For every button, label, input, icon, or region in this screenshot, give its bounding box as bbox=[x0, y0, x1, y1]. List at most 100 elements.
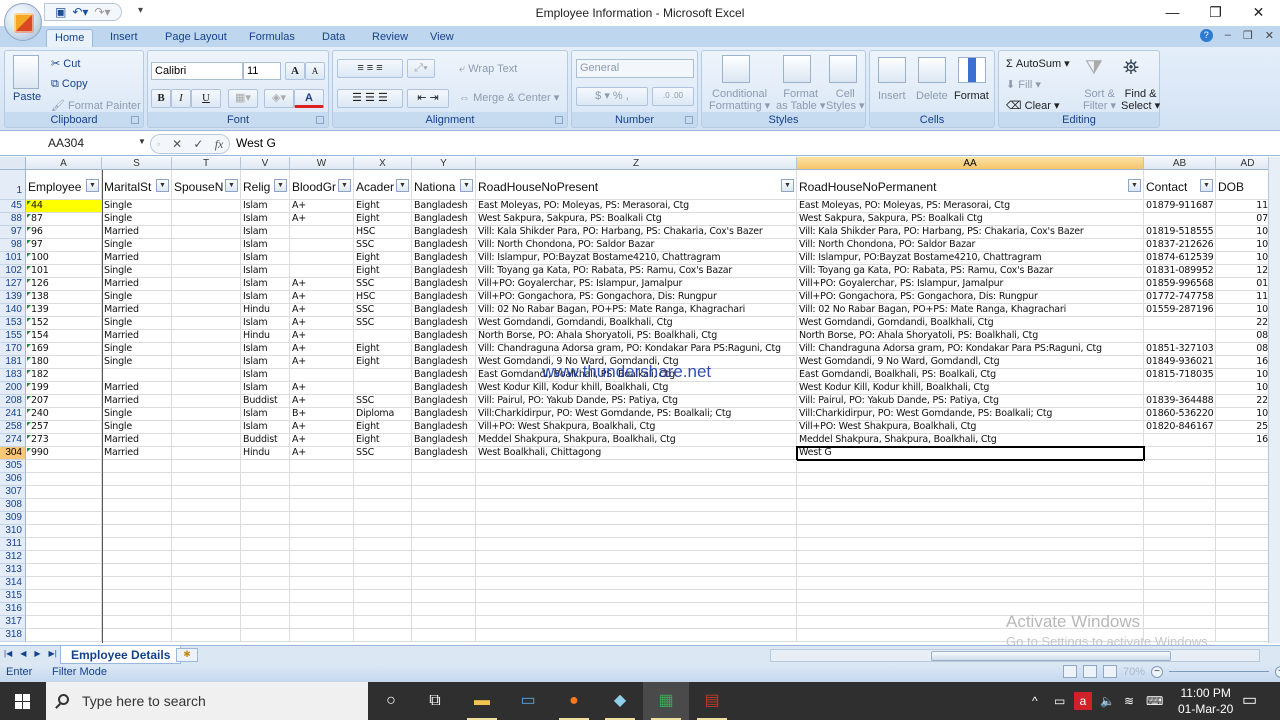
table-cell[interactable]: 07-0 bbox=[1216, 213, 1268, 226]
table-cell[interactable]: Vill: Toyang ga Kata, PO: Rabata, PS: Ra… bbox=[797, 265, 1144, 278]
table-cell[interactable] bbox=[172, 343, 241, 356]
table-cell[interactable]: Bangladesh bbox=[412, 213, 476, 226]
winrar-icon[interactable]: ▤ bbox=[689, 682, 735, 720]
workbook-close-button[interactable]: ✕ bbox=[1265, 29, 1274, 42]
empty-cell[interactable] bbox=[102, 616, 172, 629]
tab-review[interactable]: Review bbox=[364, 29, 416, 47]
table-cell[interactable]: 12-0 bbox=[1216, 265, 1268, 278]
table-cell[interactable] bbox=[290, 239, 354, 252]
empty-cell[interactable] bbox=[1144, 486, 1216, 499]
row-header[interactable]: 316 bbox=[0, 603, 26, 616]
table-cell[interactable] bbox=[1144, 317, 1216, 330]
table-cell[interactable]: Bangladesh bbox=[412, 252, 476, 265]
table-cell[interactable]: 199 bbox=[26, 382, 102, 395]
table-cell[interactable]: Vill:Charkidirpur, PO: West Gomdande, PS… bbox=[797, 408, 1144, 421]
table-cell[interactable]: Bangladesh bbox=[412, 226, 476, 239]
filter-dropdown-icon[interactable]: ▼ bbox=[225, 179, 238, 192]
volume-icon[interactable]: 🔈 bbox=[1100, 682, 1115, 720]
empty-cell[interactable] bbox=[1216, 590, 1268, 603]
table-cell[interactable]: Buddist bbox=[241, 434, 290, 447]
table-cell[interactable]: SSC bbox=[354, 395, 412, 408]
table-cell[interactable]: Bangladesh bbox=[412, 239, 476, 252]
empty-cell[interactable] bbox=[26, 525, 102, 538]
table-cell[interactable]: 01874-612539 bbox=[1144, 252, 1216, 265]
table-cell[interactable]: Islam bbox=[241, 213, 290, 226]
table-cell[interactable]: Eight bbox=[354, 265, 412, 278]
table-cell[interactable]: 139 bbox=[26, 304, 102, 317]
tab-home[interactable]: Home bbox=[46, 29, 94, 47]
empty-cell[interactable] bbox=[172, 525, 241, 538]
table-cell[interactable] bbox=[1144, 330, 1216, 343]
bold-button[interactable]: B bbox=[151, 89, 171, 108]
table-cell[interactable] bbox=[1144, 213, 1216, 226]
column-header-z[interactable]: Z bbox=[476, 157, 797, 170]
number-style-buttons[interactable]: $ ▾ % , bbox=[576, 87, 648, 106]
table-cell[interactable]: Bangladesh bbox=[412, 434, 476, 447]
empty-cell[interactable] bbox=[172, 473, 241, 486]
office-button[interactable] bbox=[4, 3, 42, 41]
insert-function-icon[interactable]: fx bbox=[215, 137, 224, 152]
table-cell[interactable]: Married bbox=[102, 304, 172, 317]
row-header[interactable]: 315 bbox=[0, 590, 26, 603]
empty-cell[interactable] bbox=[172, 538, 241, 551]
empty-cell[interactable] bbox=[412, 525, 476, 538]
close-button[interactable]: ✕ bbox=[1237, 2, 1280, 24]
vertical-scrollbar[interactable] bbox=[1268, 157, 1280, 643]
table-cell[interactable]: SSC bbox=[354, 447, 412, 460]
merge-center-button[interactable]: ⇔ Merge & Center ▾ bbox=[459, 91, 559, 104]
table-cell[interactable]: Bangladesh bbox=[412, 382, 476, 395]
zoom-in-icon[interactable]: + bbox=[1275, 665, 1280, 678]
empty-cell[interactable] bbox=[476, 460, 797, 473]
find-select-button[interactable]: Find & Select ▾ bbox=[1121, 88, 1160, 112]
table-cell[interactable] bbox=[172, 395, 241, 408]
name-box[interactable]: AA304 bbox=[2, 135, 144, 153]
table-cell[interactable]: 01559-287196 bbox=[1144, 304, 1216, 317]
empty-cell[interactable] bbox=[354, 538, 412, 551]
empty-cell[interactable] bbox=[476, 512, 797, 525]
empty-cell[interactable] bbox=[354, 486, 412, 499]
filter-dropdown-icon[interactable]: ▼ bbox=[460, 179, 473, 192]
empty-cell[interactable] bbox=[172, 512, 241, 525]
empty-cell[interactable] bbox=[1216, 486, 1268, 499]
empty-cell[interactable] bbox=[172, 486, 241, 499]
table-cell[interactable]: Married bbox=[102, 395, 172, 408]
empty-cell[interactable] bbox=[797, 551, 1144, 564]
row-header[interactable]: 45 bbox=[0, 200, 26, 213]
empty-cell[interactable] bbox=[476, 616, 797, 629]
table-cell[interactable]: A+ bbox=[290, 447, 354, 460]
empty-cell[interactable] bbox=[1144, 590, 1216, 603]
empty-cell[interactable] bbox=[102, 551, 172, 564]
table-cell[interactable]: Bangladesh bbox=[412, 408, 476, 421]
table-cell[interactable]: North Borse, PO: Ahala Shoryatoli, PS: B… bbox=[797, 330, 1144, 343]
table-cell[interactable]: 01839-364488 bbox=[1144, 395, 1216, 408]
row-header[interactable]: 127 bbox=[0, 278, 26, 291]
empty-cell[interactable] bbox=[290, 499, 354, 512]
table-cell[interactable] bbox=[172, 304, 241, 317]
tab-insert[interactable]: Insert bbox=[102, 29, 146, 47]
worksheet-grid[interactable]: A S T V W X Y Z AA AB AD 1 Employee ▼ MaritalSt ▼ Spouse… bbox=[0, 157, 1268, 643]
column-header-s[interactable]: S bbox=[102, 157, 172, 170]
empty-cell[interactable] bbox=[354, 525, 412, 538]
table-cell[interactable]: West Gomdandi, Gomdandi, Boalkhali, Ctg bbox=[797, 317, 1144, 330]
show-hidden-icons[interactable]: ^ bbox=[1032, 682, 1038, 720]
table-cell[interactable]: Single bbox=[102, 356, 172, 369]
empty-cell[interactable] bbox=[1144, 616, 1216, 629]
row-header[interactable]: 155 bbox=[0, 330, 26, 343]
table-cell[interactable] bbox=[172, 434, 241, 447]
table-cell[interactable]: 126 bbox=[26, 278, 102, 291]
empty-cell[interactable] bbox=[241, 473, 290, 486]
table-cell[interactable]: Islam bbox=[241, 278, 290, 291]
filter-dropdown-icon[interactable]: ▼ bbox=[396, 179, 409, 192]
table-cell[interactable]: 01879-911687 bbox=[1144, 200, 1216, 213]
empty-cell[interactable] bbox=[26, 629, 102, 642]
empty-cell[interactable] bbox=[797, 577, 1144, 590]
row-header[interactable]: 139 bbox=[0, 291, 26, 304]
table-cell[interactable]: Islam bbox=[241, 239, 290, 252]
table-cell[interactable] bbox=[172, 330, 241, 343]
empty-cell[interactable] bbox=[412, 486, 476, 499]
app-icon[interactable]: ▭ bbox=[505, 682, 551, 720]
empty-cell[interactable] bbox=[26, 590, 102, 603]
empty-cell[interactable] bbox=[241, 460, 290, 473]
table-cell[interactable]: 154 bbox=[26, 330, 102, 343]
table-cell[interactable]: Islam bbox=[241, 356, 290, 369]
